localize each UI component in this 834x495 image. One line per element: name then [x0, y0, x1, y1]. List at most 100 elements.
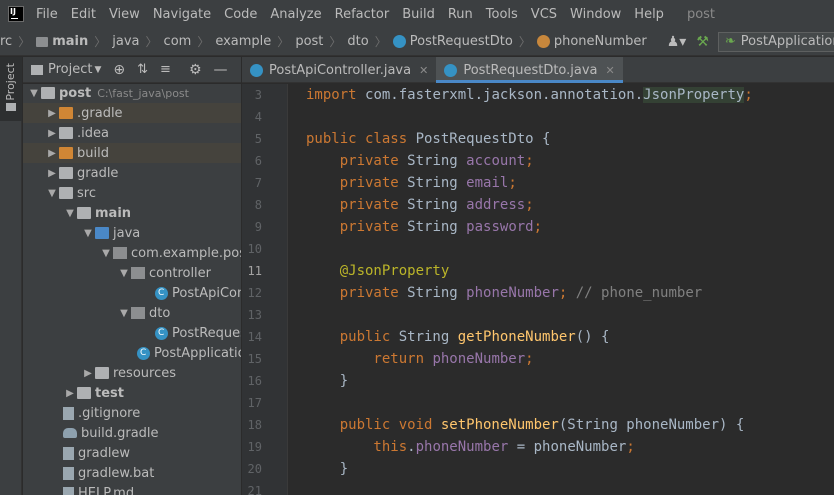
line-number-gutter: 3 4 5 6 7 8 9 10 11 12 13 14 15 16 17 18… — [242, 84, 303, 495]
project-tool-tab[interactable]: Project — [0, 57, 22, 121]
code-token: } — [306, 461, 349, 477]
folder-icon — [31, 64, 43, 75]
tree-node-gradle-dir[interactable]: ▶ .gradle — [23, 103, 241, 123]
run-configuration-select[interactable]: ❧ PostApplication ▼ — [717, 31, 834, 52]
expand-all-icon[interactable]: ⇅ — [137, 62, 148, 77]
crumb-class[interactable]: PostRequestDto — [392, 34, 513, 49]
line-number: 16 — [247, 374, 262, 388]
chevron-right-icon[interactable]: ▶ — [81, 368, 95, 379]
folder-icon — [59, 187, 73, 199]
tree-node-java[interactable]: ▼ java — [23, 223, 241, 243]
menu-help[interactable]: Help — [634, 7, 664, 22]
close-icon[interactable]: ✕ — [419, 64, 428, 77]
code-token: JsonProperty — [643, 87, 745, 103]
crumb-java[interactable]: java — [112, 34, 139, 49]
line-number: 15 — [247, 352, 262, 366]
chevron-down-icon[interactable]: ▼ — [81, 228, 95, 239]
project-title: post — [686, 6, 716, 22]
tree-node-build-gradle[interactable]: build.gradle — [23, 423, 241, 443]
chevron-right-icon[interactable]: ▶ — [45, 108, 59, 119]
crumb-main[interactable]: main — [36, 34, 88, 49]
chevron-right-icon[interactable]: ▶ — [45, 168, 59, 179]
project-tree: ▼ post C:\fast_java\post ▶ .gradle ▶ .id… — [23, 84, 241, 495]
tab-postapicontroller[interactable]: PostApiController.java ✕ — [242, 57, 436, 83]
menu-run[interactable]: Run — [448, 7, 473, 22]
line-number: 7 — [254, 176, 262, 190]
tree-node-idea[interactable]: ▶ .idea — [23, 123, 241, 143]
tree-node-gitignore[interactable]: .gitignore — [23, 403, 241, 423]
menu-build[interactable]: Build — [402, 7, 435, 22]
tree-node-postapplication[interactable]: PostApplication — [23, 343, 241, 363]
code-token: address — [466, 197, 526, 213]
tree-node-postrequestdto[interactable]: PostRequestI — [23, 323, 241, 343]
line-number: 12 — [247, 286, 262, 300]
tree-node-gradlew[interactable]: gradlew — [23, 443, 241, 463]
chevron-down-icon[interactable]: ▼ — [117, 268, 131, 279]
collapse-all-icon[interactable]: ≡ — [160, 62, 171, 77]
folder-icon — [59, 147, 73, 159]
tree-node-main[interactable]: ▼ main — [23, 203, 241, 223]
tree-node-test[interactable]: ▶ test — [23, 383, 241, 403]
crumb-com[interactable]: com — [164, 34, 192, 49]
add-user-icon[interactable]: ♟▾ — [667, 34, 687, 50]
chevron-down-icon[interactable]: ▼ — [63, 208, 77, 219]
code-token: public void — [306, 417, 441, 433]
hammer-build-icon[interactable]: ⚒ — [696, 34, 709, 50]
menu-refactor[interactable]: Refactor — [335, 7, 390, 22]
menu-view[interactable]: View — [109, 7, 140, 22]
tree-node-build[interactable]: ▶ build — [23, 143, 241, 163]
menu-tools[interactable]: Tools — [486, 7, 518, 22]
chevron-down-icon[interactable]: ▼ — [117, 308, 131, 319]
chevron-down-icon[interactable]: ▼ — [45, 188, 59, 199]
close-icon[interactable]: ✕ — [606, 64, 615, 77]
tree-node-package[interactable]: ▼ com.example.post — [23, 243, 241, 263]
tree-node-gradlew-bat[interactable]: gradlew.bat — [23, 463, 241, 483]
crumb-post[interactable]: post — [295, 34, 323, 49]
folder-icon — [59, 167, 73, 179]
crumb-dto[interactable]: dto — [347, 34, 368, 49]
chevron-down-icon[interactable]: ▼ — [27, 88, 41, 99]
chevron-down-icon[interactable]: ▼ — [94, 65, 101, 75]
code-editor[interactable]: import com.fasterxml.jackson.annotation.… — [289, 84, 834, 495]
tree-node-src[interactable]: ▼ src — [23, 183, 241, 203]
tree-node-post[interactable]: ▼ post C:\fast_java\post — [23, 84, 241, 103]
resources-folder-icon — [95, 367, 109, 379]
code-token: String — [398, 329, 458, 345]
project-view-select[interactable]: Project — [48, 62, 92, 77]
tree-node-help-md[interactable]: HELP.md — [23, 483, 241, 495]
folder-icon — [77, 207, 91, 219]
crumb-example[interactable]: example — [215, 34, 271, 49]
menu-edit[interactable]: Edit — [71, 7, 96, 22]
tree-node-controller[interactable]: ▼ controller — [23, 263, 241, 283]
chevron-right-icon[interactable]: ▶ — [63, 388, 77, 399]
line-number: 6 — [254, 154, 262, 168]
chevron-down-icon[interactable]: ▼ — [99, 248, 113, 259]
tree-node-resources[interactable]: ▶ resources — [23, 363, 241, 383]
code-token: private — [306, 219, 408, 235]
settings-gear-icon[interactable]: ⚙ — [189, 62, 202, 78]
menu-code[interactable]: Code — [224, 7, 257, 22]
chevron-right-icon[interactable]: ▶ — [45, 128, 59, 139]
tree-node-gradle[interactable]: ▶ gradle — [23, 163, 241, 183]
locate-target-icon[interactable]: ⊕ — [113, 62, 125, 78]
menu-window[interactable]: Window — [570, 7, 621, 22]
chevron-right-icon[interactable]: ▶ — [45, 148, 59, 159]
tree-node-dto[interactable]: ▼ dto — [23, 303, 241, 323]
code-line-11: @JsonProperty — [306, 260, 450, 282]
gradle-elephant-icon — [63, 428, 77, 438]
minimize-icon[interactable]: — — [214, 62, 228, 78]
crumb-field-label: phoneNumber — [553, 34, 647, 49]
tree-label: HELP.md — [78, 485, 135, 495]
tree-node-postapicontroller[interactable]: PostApiCont — [23, 283, 241, 303]
code-token: () { — [575, 329, 610, 345]
menu-vcs[interactable]: VCS — [531, 7, 557, 22]
tab-postrequestdto[interactable]: PostRequestDto.java ✕ — [436, 57, 624, 83]
menu-file[interactable]: File — [36, 7, 58, 22]
menu-navigate[interactable]: Navigate — [153, 7, 211, 22]
crumb-src[interactable]: rc — [0, 34, 12, 49]
menu-analyze[interactable]: Analyze — [270, 7, 321, 22]
code-token: ; — [525, 351, 534, 367]
crumb-field[interactable]: phoneNumber — [536, 34, 647, 49]
tree-label: resources — [113, 365, 177, 381]
code-token: String — [407, 153, 467, 169]
